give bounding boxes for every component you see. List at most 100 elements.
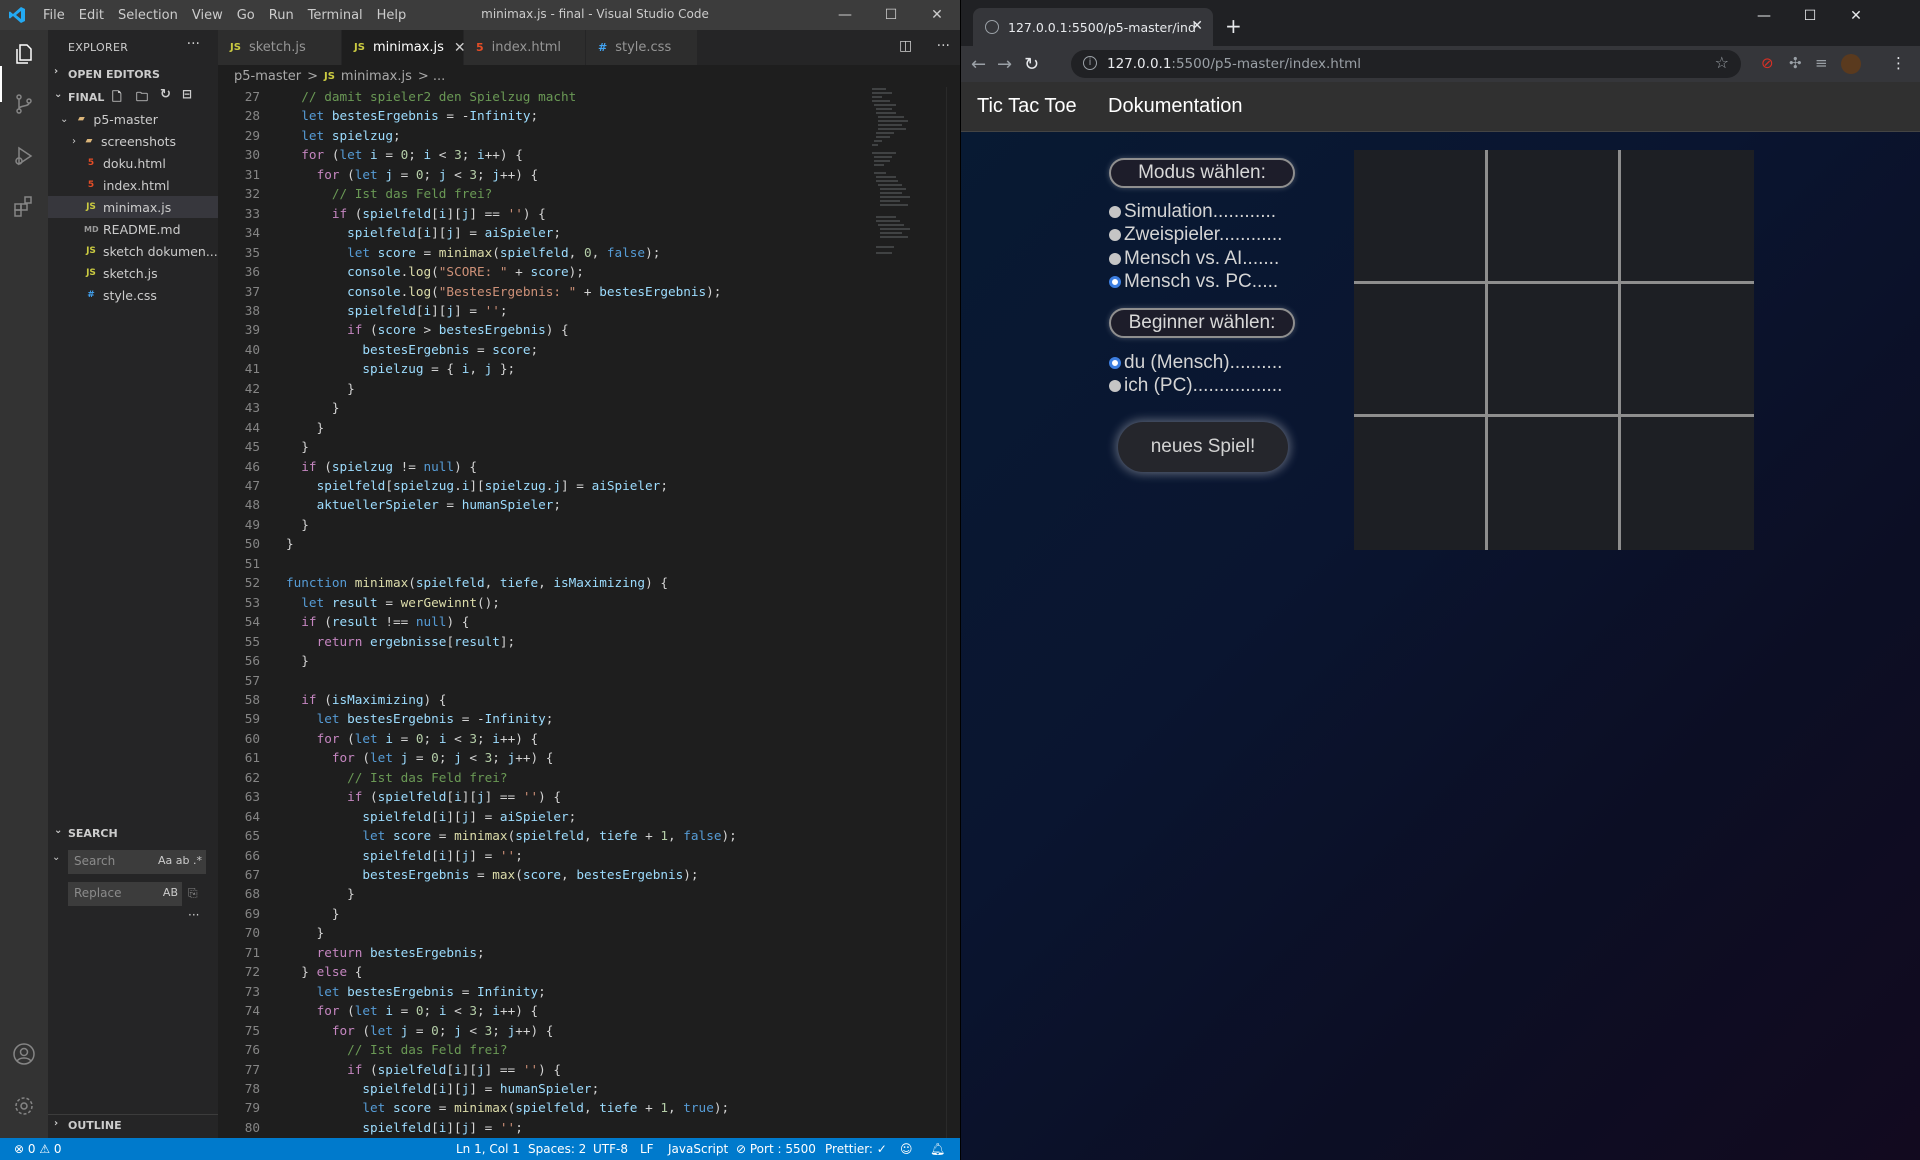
search-input[interactable]: Search Aa ab .* — [68, 850, 206, 874]
address-bar[interactable]: i 127.0.0.1:5500/p5-master/index.html ☆ — [1071, 50, 1741, 78]
code-text[interactable]: } — [286, 923, 325, 942]
beginner-option[interactable]: du (Mensch).......... — [1109, 351, 1282, 374]
code-text[interactable]: let spielzug; — [286, 126, 400, 145]
code-line[interactable]: 70 } — [218, 923, 868, 942]
board-cell[interactable] — [1354, 417, 1487, 550]
menu-terminal[interactable]: Terminal — [301, 8, 370, 23]
code-text[interactable]: } — [286, 904, 340, 923]
radio-button[interactable] — [1109, 276, 1121, 288]
account-icon[interactable] — [12, 1042, 36, 1066]
bookmark-star-icon[interactable]: ☆ — [1715, 53, 1729, 72]
feedback-icon[interactable]: ☺ — [900, 1142, 913, 1156]
search-options-icon[interactable]: Aa ab .* — [158, 854, 202, 867]
docs-link[interactable]: Dokumentation — [1108, 95, 1243, 118]
code-text[interactable]: for (let j = 0; j < 3; j++) { — [286, 165, 539, 184]
extensions-icon[interactable] — [12, 194, 36, 218]
code-text[interactable]: } — [286, 437, 309, 456]
code-text[interactable]: // Ist das Feld frei? — [286, 1040, 507, 1059]
maximize-icon[interactable]: ☐ — [1787, 4, 1833, 28]
forward-arrow-icon[interactable]: → — [997, 54, 1012, 75]
code-line[interactable]: 67 bestesErgebnis = max(score, bestesErg… — [218, 865, 868, 884]
replace-input[interactable]: Replace AB — [68, 882, 182, 906]
code-text[interactable]: } — [286, 534, 294, 553]
code-text[interactable]: // Ist das Feld frei? — [286, 768, 507, 787]
code-text[interactable]: for (let i = 0; i < 3; i++) { — [286, 729, 539, 748]
code-line[interactable]: 33 if (spielfeld[i][j] == '') { — [218, 204, 868, 223]
code-line[interactable]: 71 return bestesErgebnis; — [218, 943, 868, 962]
beginner-option[interactable]: ich (PC)................. — [1109, 375, 1282, 398]
code-line[interactable]: 42 } — [218, 379, 868, 398]
code-line[interactable]: 75 for (let j = 0; j < 3; j++) { — [218, 1021, 868, 1040]
file-item[interactable]: › ▰ screenshots — [48, 130, 218, 152]
encoding-status[interactable]: UTF-8 — [593, 1142, 628, 1156]
board-cell[interactable] — [1488, 417, 1621, 550]
radio-button[interactable] — [1109, 205, 1121, 218]
file-item[interactable]: MD README.md — [48, 218, 218, 240]
board-cell[interactable] — [1354, 150, 1487, 283]
code-text[interactable]: function minimax(spielfeld, tiefe, isMax… — [286, 573, 668, 592]
new-folder-icon[interactable]: 🗀 — [136, 88, 148, 109]
code-text[interactable]: for (let j = 0; j < 3; j++) { — [286, 1021, 554, 1040]
code-line[interactable]: 57 — [218, 671, 868, 690]
code-text[interactable]: return ergebnisse[result]; — [286, 632, 516, 651]
code-line[interactable]: 40 bestesErgebnis = score; — [218, 340, 868, 359]
prettier-status[interactable]: Prettier: ✓ — [825, 1142, 887, 1156]
code-line[interactable]: 76 // Ist das Feld frei? — [218, 1040, 868, 1059]
code-text[interactable]: let score = minimax(spielfeld, tiefe + 1… — [286, 826, 736, 845]
preserve-case-icon[interactable]: AB — [163, 886, 178, 899]
code-text[interactable]: bestesErgebnis = max(score, bestesErgebn… — [286, 865, 698, 884]
code-line[interactable]: 28 let bestesErgebnis = -Infinity; — [218, 106, 868, 125]
eol-status[interactable]: LF — [640, 1142, 654, 1156]
code-text[interactable]: spielfeld[i][j] = humanSpieler; — [286, 1079, 599, 1098]
code-line[interactable]: 63 if (spielfeld[i][j] == '') { — [218, 787, 868, 806]
workspace-section[interactable]: ⌄ FINAL 🗋 🗀 ↻ ⊟ — [48, 86, 218, 108]
replace-all-icon[interactable]: ⎘ — [188, 886, 198, 901]
code-line[interactable]: 43 } — [218, 398, 868, 417]
code-text[interactable]: } — [286, 515, 309, 534]
code-text[interactable]: let bestesErgebnis = Infinity; — [286, 982, 546, 1001]
indentation-status[interactable]: Spaces: 2 — [528, 1142, 586, 1156]
code-text[interactable]: } — [286, 651, 309, 670]
code-text[interactable]: return bestesErgebnis; — [286, 943, 485, 962]
radio-button[interactable] — [1109, 380, 1121, 392]
code-line[interactable]: 78 spielfeld[i][j] = humanSpieler; — [218, 1079, 868, 1098]
board-cell[interactable] — [1488, 284, 1621, 417]
code-line[interactable]: 29 let spielzug; — [218, 126, 868, 145]
breadcrumb-folder[interactable]: p5-master — [234, 69, 301, 84]
profile-avatar[interactable] — [1841, 54, 1861, 74]
code-line[interactable]: 46 if (spielzug != null) { — [218, 457, 868, 476]
code-line[interactable]: 36 console.log("SCORE: " + score); — [218, 262, 868, 281]
code-line[interactable]: 47 spielfeld[spielzug.i][spielzug.j] = a… — [218, 476, 868, 495]
radio-button[interactable] — [1109, 356, 1121, 369]
file-item[interactable]: # style.css — [48, 284, 218, 306]
code-line[interactable]: 61 for (let j = 0; j < 3; j++) { — [218, 748, 868, 767]
code-text[interactable]: if (spielfeld[i][j] == '') { — [286, 204, 546, 223]
code-line[interactable]: 79 let score = minimax(spielfeld, tiefe … — [218, 1098, 868, 1117]
toggle-replace-icon[interactable]: ⌄ — [52, 852, 60, 863]
code-line[interactable]: 73 let bestesErgebnis = Infinity; — [218, 982, 868, 1001]
code-text[interactable]: } — [286, 398, 340, 417]
minimize-icon[interactable]: — — [822, 0, 868, 30]
code-line[interactable]: 45 } — [218, 437, 868, 456]
settings-gear-icon[interactable] — [12, 1094, 36, 1118]
code-text[interactable]: for (let j = 0; j < 3; j++) { — [286, 748, 554, 767]
mode-option[interactable]: Mensch vs. AI....... — [1109, 247, 1279, 270]
code-line[interactable]: 77 if (spielfeld[i][j] == '') { — [218, 1060, 868, 1079]
collapse-all-icon[interactable]: ⊟ — [182, 87, 192, 101]
code-text[interactable]: // damit spieler2 den Spielzug macht — [286, 87, 576, 106]
code-editor[interactable]: 27 // damit spieler2 den Spielzug macht 2… — [218, 87, 868, 1154]
code-text[interactable]: for (let i = 0; i < 3; i++) { — [286, 145, 523, 164]
code-line[interactable]: 48 aktuellerSpieler = humanSpieler; — [218, 495, 868, 514]
file-item[interactable]: 5 index.html — [48, 174, 218, 196]
code-text[interactable]: if (isMaximizing) { — [286, 690, 446, 709]
blocker-extension-icon[interactable]: ⊘ — [1761, 54, 1774, 72]
mode-option[interactable]: Zweispieler............ — [1109, 224, 1282, 247]
outline-section[interactable]: › OUTLINE — [48, 1114, 218, 1136]
radio-button[interactable] — [1109, 252, 1121, 265]
code-line[interactable]: 51 — [218, 554, 868, 573]
code-line[interactable]: 74 for (let i = 0; i < 3; i++) { — [218, 1001, 868, 1020]
tab-minimax-js[interactable]: JS minimax.js ✕ — [342, 30, 466, 65]
code-line[interactable]: 62 // Ist das Feld frei? — [218, 768, 868, 787]
menu-selection[interactable]: Selection — [111, 8, 185, 23]
run-debug-icon[interactable] — [12, 144, 36, 168]
